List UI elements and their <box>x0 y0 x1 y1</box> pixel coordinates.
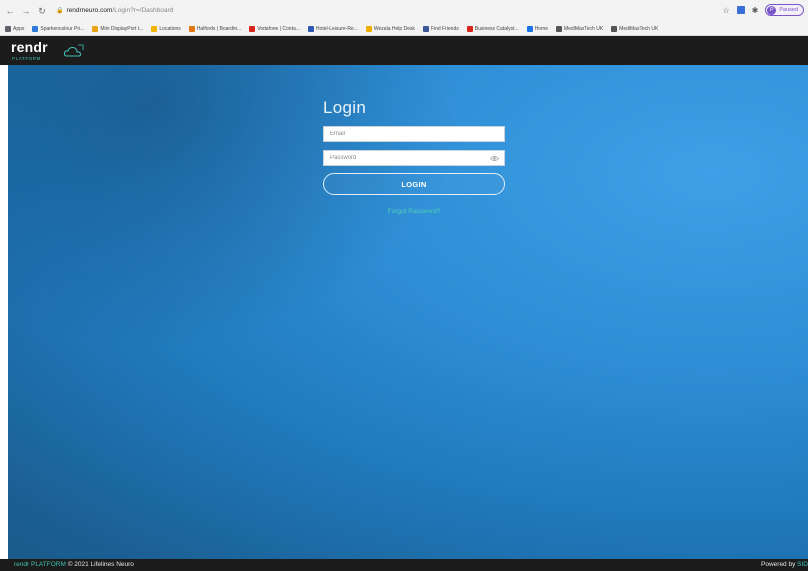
forward-icon[interactable]: → <box>20 4 32 18</box>
password-field[interactable] <box>323 150 505 166</box>
bookmark-item[interactable]: Sparkencolour Pri... <box>32 25 85 32</box>
bookmark-item[interactable]: Find Friends <box>422 25 459 32</box>
bookmark-label: Apps <box>13 25 25 32</box>
bookmark-label: Business Catalyst... <box>474 25 519 32</box>
browser-chrome: ← → ↻ 🔒 rendrneuro.com/Login?r=/Dashboar… <box>0 0 808 36</box>
bookmark-favicon-icon <box>92 25 99 32</box>
powered-by-text: Powered by <box>761 561 798 568</box>
logo-word: rendr <box>11 39 48 55</box>
bookmark-label: Hotel-Leisure-Re... <box>315 25 358 32</box>
bookmark-favicon-icon <box>422 25 429 32</box>
bookmark-favicon-icon <box>365 25 372 32</box>
bookmark-label: Find Friends <box>430 25 459 32</box>
bookmark-item[interactable]: MediMaxTech UK <box>555 25 604 32</box>
powered-by-brand[interactable]: SID <box>797 561 808 568</box>
bookmark-item[interactable]: Hotel-Leisure-Re... <box>307 25 358 32</box>
bookmark-favicon-icon <box>466 25 473 32</box>
profile-status: Paused <box>779 7 798 13</box>
url-bar[interactable]: 🔒 rendrneuro.com/Login?r=/Dashboard <box>56 3 356 17</box>
bookmark-label: Mini DisplayPort t... <box>100 25 144 32</box>
reload-icon[interactable]: ↻ <box>36 4 48 18</box>
bookmark-favicon-icon <box>249 25 256 32</box>
url-host: rendrneuro.com <box>66 6 113 14</box>
login-page: Login LOGIN Forgot Password? <box>8 65 808 559</box>
bookmark-favicon-icon <box>5 25 11 32</box>
eye-icon[interactable] <box>490 155 499 162</box>
page-title: Login <box>323 98 367 117</box>
avatar: P <box>767 5 777 15</box>
bookmark-item[interactable]: Vodafone | Conta... <box>249 25 300 32</box>
bookmark-label: Wezala Help Desk <box>373 25 415 32</box>
app-header: rendr PLATFORM <box>0 36 808 65</box>
bookmark-item[interactable]: Mini DisplayPort t... <box>92 25 144 32</box>
bookmark-item[interactable]: Locations <box>151 25 181 32</box>
forgot-password-link[interactable]: Forgot Password? <box>323 208 505 215</box>
bookmark-favicon-icon <box>151 25 158 32</box>
bookmark-item[interactable]: Halfords | Boardm... <box>188 25 242 32</box>
bookmark-label: MediMaxTech UK <box>563 25 604 32</box>
bookmark-label: Home <box>534 25 548 32</box>
bookmark-favicon-icon <box>188 25 195 32</box>
bookmark-item[interactable]: Home <box>526 25 548 32</box>
bookmark-label: Vodafone | Conta... <box>257 25 300 32</box>
bookmark-favicon-icon <box>611 25 618 32</box>
bookmarks-bar: Apps Sparkencolour Pri... Mini DisplayPort… <box>0 22 808 35</box>
bookmark-favicon-icon <box>555 25 562 32</box>
logo-sub: PLATFORM <box>12 56 41 61</box>
bookmark-item[interactable]: MediMaxTech UK <box>611 25 659 32</box>
puzzle-icon[interactable]: ✱ <box>752 6 759 15</box>
footer-brand: rendr PLATFORM <box>14 561 66 568</box>
password-input[interactable] <box>324 151 504 165</box>
email-field[interactable] <box>323 126 505 142</box>
profile-button[interactable]: P Paused <box>765 4 804 16</box>
star-icon[interactable]: ☆ <box>722 6 729 15</box>
bookmark-favicon-icon <box>307 25 314 32</box>
footer-copy-text: © 2021 Lifelines Neuro <box>65 561 134 568</box>
cloud-icon <box>63 44 84 57</box>
footer: rendr PLATFORM © 2021 Lifelines Neuro Po… <box>0 559 808 571</box>
bookmark-item[interactable]: Apps <box>5 25 25 32</box>
bookmark-label: Sparkencolour Pri... <box>40 25 85 32</box>
lock-icon: 🔒 <box>56 7 64 14</box>
bookmark-label: MediMaxTech UK <box>619 25 659 32</box>
url-path: /Login?r=/Dashboard <box>112 6 174 14</box>
bookmark-favicon-icon <box>32 25 39 32</box>
bookmark-item[interactable]: Business Catalyst... <box>466 25 519 32</box>
login-button[interactable]: LOGIN <box>323 173 505 195</box>
bookmark-label: Locations <box>159 25 181 32</box>
bookmark-label: Halfords | Boardm... <box>196 25 242 32</box>
rendr-logo[interactable]: rendr PLATFORM <box>11 39 91 63</box>
address-row: ← → ↻ 🔒 rendrneuro.com/Login?r=/Dashboar… <box>0 3 808 19</box>
back-icon[interactable]: ← <box>4 4 16 18</box>
extension-icon[interactable] <box>736 6 745 14</box>
browser-controls: ☆ ✱ P Paused <box>722 3 804 17</box>
bookmark-item[interactable]: Wezala Help Desk <box>365 25 415 32</box>
bookmark-favicon-icon <box>526 25 533 32</box>
footer-copyright: rendr PLATFORM © 2021 Lifelines Neuro <box>14 561 134 568</box>
footer-powered-by: Powered by SID <box>761 561 808 568</box>
email-input[interactable] <box>324 127 504 141</box>
